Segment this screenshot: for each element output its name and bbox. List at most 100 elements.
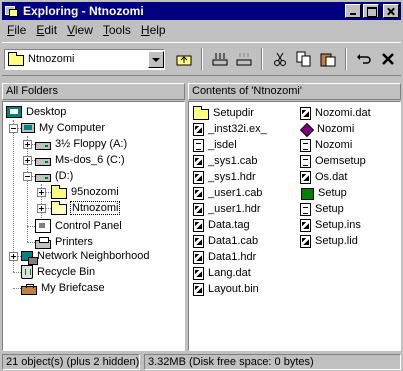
copy-icon[interactable]	[293, 48, 315, 70]
expand-toggle[interactable]	[23, 140, 32, 149]
tree-item-floppy[interactable]: 3½ Floppy (A:)	[35, 136, 128, 152]
tree-item-my-briefcase[interactable]: My Briefcase	[21, 280, 106, 296]
cd-drive-icon	[35, 173, 51, 182]
file-item[interactable]: _user1.cab	[193, 185, 262, 201]
file-item[interactable]: Setup.ins	[300, 217, 361, 233]
control-panel-icon	[35, 219, 51, 233]
file-item[interactable]: Nozomi.dat	[300, 105, 371, 121]
file-item[interactable]: _isdel	[193, 137, 237, 153]
file-item[interactable]: _user1.hdr	[193, 201, 261, 217]
folder-tree-pane[interactable]: Desktop My Computer 3½ Floppy (A:) Ms-do…	[2, 101, 185, 351]
document-icon	[193, 250, 204, 264]
document-icon	[300, 154, 311, 168]
file-item[interactable]: _sys1.hdr	[193, 169, 256, 185]
expand-toggle[interactable]	[23, 156, 32, 165]
file-item[interactable]: Nozomi	[300, 121, 354, 137]
map-drive-icon[interactable]	[209, 48, 231, 70]
undo-icon[interactable]	[353, 48, 375, 70]
document-icon	[193, 170, 204, 184]
document-icon	[193, 282, 204, 296]
tree-item-control-panel[interactable]: Control Panel	[35, 218, 123, 234]
tree-item-recycle-bin[interactable]: Recycle Bin	[21, 264, 96, 280]
document-icon	[300, 106, 311, 120]
collapse-toggle[interactable]	[9, 124, 18, 133]
expand-toggle[interactable]	[37, 188, 46, 197]
document-icon	[193, 218, 204, 232]
title-bar[interactable]: Exploring - Ntnozomi	[2, 2, 401, 20]
menu-help[interactable]: Help	[136, 23, 171, 37]
tree-item-ntnozomi[interactable]: Ntnozomi	[51, 200, 121, 216]
file-item[interactable]: Data1.hdr	[193, 249, 256, 265]
toolbar: Ntnozomi	[2, 42, 401, 76]
menu-file[interactable]: File	[2, 23, 31, 37]
computer-icon	[21, 123, 35, 133]
menu-edit[interactable]: Edit	[31, 23, 62, 37]
contents-pane[interactable]: Setupdir _inst32i.ex_ _isdel _sys1.cab _…	[188, 101, 401, 351]
tree-item-drive-d[interactable]: (D:)	[35, 168, 74, 184]
tree-item-network-neighborhood[interactable]: Network Neighborhood	[21, 248, 151, 265]
up-folder-icon[interactable]	[173, 48, 195, 70]
network-icon	[21, 251, 38, 265]
toolbar-separator	[201, 48, 203, 70]
location-combo[interactable]: Ntnozomi	[4, 48, 165, 70]
document-icon	[300, 218, 311, 232]
file-item[interactable]: Setup	[300, 185, 347, 201]
file-item[interactable]: Nozomi	[300, 137, 352, 153]
disconnect-drive-icon[interactable]	[233, 48, 255, 70]
file-item[interactable]: Setupdir	[193, 105, 254, 121]
delete-icon[interactable]	[377, 48, 399, 70]
setup-icon	[300, 186, 314, 200]
desktop-icon	[6, 106, 22, 118]
file-item[interactable]: Os.dat	[300, 169, 347, 185]
tree-item-my-computer[interactable]: My Computer	[21, 120, 106, 136]
maximize-button[interactable]	[363, 4, 379, 18]
document-icon	[300, 234, 311, 248]
file-item[interactable]: Data1.cab	[193, 233, 258, 249]
folder-icon	[8, 51, 24, 66]
menu-tools[interactable]: Tools	[98, 23, 136, 37]
cut-icon[interactable]	[269, 48, 291, 70]
file-item[interactable]: Setup.lid	[300, 233, 358, 249]
file-item[interactable]: Lang.dat	[193, 265, 251, 281]
document-icon	[193, 138, 204, 152]
folder-icon	[193, 105, 209, 120]
tree-item-95nozomi[interactable]: 95nozomi	[51, 184, 120, 200]
file-item[interactable]: _sys1.cab	[193, 153, 258, 169]
folder-icon	[51, 184, 67, 199]
explorer-window: Exploring - Ntnozomi File Edit View Tool…	[0, 0, 403, 371]
file-item[interactable]: Data.tag	[193, 217, 250, 233]
collapse-toggle[interactable]	[23, 172, 32, 181]
status-disk-info: 3.32MB (Disk free space: 0 bytes)	[144, 354, 401, 370]
application-icon	[300, 123, 313, 136]
paste-icon[interactable]	[317, 48, 339, 70]
status-object-count: 21 object(s) (plus 2 hidden)	[2, 354, 140, 370]
minimize-button[interactable]	[345, 4, 361, 18]
document-icon	[193, 202, 204, 216]
document-icon	[193, 266, 204, 280]
toolbar-separator	[261, 48, 263, 70]
menu-view[interactable]: View	[62, 23, 98, 37]
expand-toggle[interactable]	[37, 204, 46, 213]
chevron-down-icon[interactable]	[148, 50, 164, 68]
document-icon	[193, 186, 204, 200]
file-item[interactable]: Oemsetup	[300, 153, 366, 169]
document-icon	[193, 154, 204, 168]
location-value: Ntnozomi	[28, 53, 75, 65]
file-item[interactable]: Setup	[300, 201, 344, 217]
recycle-bin-icon	[21, 265, 33, 279]
document-icon	[193, 234, 204, 248]
contents-header: Contents of 'Ntnozomi'	[188, 83, 401, 100]
window-title: Exploring - Ntnozomi	[23, 4, 144, 18]
expand-toggle[interactable]	[9, 252, 18, 261]
tree-item-desktop[interactable]: Desktop	[6, 104, 67, 120]
floppy-drive-icon	[35, 141, 51, 150]
toolbar-separator	[345, 48, 347, 70]
file-item[interactable]: _inst32i.ex_	[193, 121, 267, 137]
all-folders-header: All Folders	[2, 83, 185, 100]
tree-item-drive-c[interactable]: Ms-dos_6 (C:)	[35, 152, 126, 168]
close-button[interactable]	[383, 4, 399, 18]
explorer-icon	[4, 4, 20, 18]
document-icon	[300, 138, 311, 152]
menu-bar: File Edit View Tools Help	[2, 21, 401, 39]
file-item[interactable]: Layout.bin	[193, 281, 259, 297]
